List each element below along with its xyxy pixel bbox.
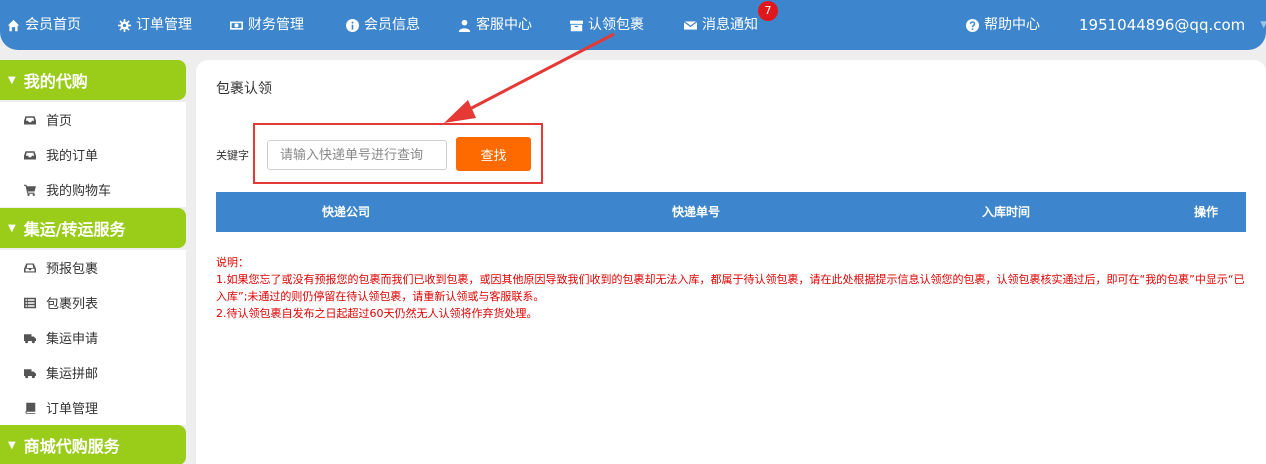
sidebar-item-label: 我的购物车	[46, 184, 112, 199]
keyword-label: 关键字	[216, 149, 249, 162]
sidebar-item-label: 订单管理	[46, 402, 99, 417]
account-dropdown[interactable]: 1951044896@qq.com ▼	[1079, 0, 1266, 50]
sidebar: ▼ 我的代购 首页 我的订单 我的购物车 ▼ 集运/转运服务 预报包裹 包裹列表…	[0, 60, 186, 464]
nav-member-info[interactable]: 会员信息	[346, 0, 420, 50]
account-email: 1951044896@qq.com	[1079, 16, 1246, 34]
nav-label: 订单管理	[136, 17, 192, 33]
package-icon	[570, 20, 583, 31]
sidebar-item-label: 首页	[46, 114, 73, 129]
inbox-icon	[24, 150, 36, 159]
sidebar-item-my-cart[interactable]: 我的购物车	[0, 172, 186, 207]
tray-icon	[24, 263, 36, 272]
column-header-action: 操作	[1193, 205, 1218, 219]
caret-down-icon: ▼	[8, 439, 16, 451]
sidebar-section-my-purchasing[interactable]: ▼ 我的代购	[0, 60, 186, 100]
table-header-row: 快递公司 快递单号 入库时间 操作	[216, 192, 1246, 232]
nav-label: 帮助中心	[984, 17, 1040, 33]
nav-label: 客服中心	[476, 17, 532, 33]
sidebar-item-package-list[interactable]: 包裹列表	[0, 285, 186, 320]
question-icon	[966, 18, 979, 32]
column-header-storage-time: 入库时间	[981, 205, 1030, 219]
nav-member-home[interactable]: 会员首页	[7, 0, 81, 50]
nav-label: 会员信息	[364, 17, 420, 33]
nav-claim-package[interactable]: 认领包裹	[570, 0, 644, 50]
nav-label: 认领包裹	[588, 17, 644, 33]
nav-message-notice[interactable]: 消息通知	[684, 0, 758, 50]
column-header-courier: 快递公司	[321, 205, 370, 219]
caret-down-icon: ▼	[1260, 20, 1266, 30]
nav-label: 会员首页	[25, 17, 81, 33]
nav-customer-service[interactable]: 客服中心	[458, 0, 532, 50]
sidebar-item-label: 集运申请	[46, 332, 99, 347]
nav-order-management[interactable]: 订单管理	[118, 0, 192, 50]
top-nav-bar: 会员首页 订单管理 财务管理 会员信息 客服中心 认领包裹 消息通知 7 帮助中…	[0, 0, 1266, 50]
nav-label: 消息通知	[702, 17, 758, 33]
nav-label: 财务管理	[248, 17, 304, 33]
page-title: 包裹认领	[216, 81, 272, 97]
sidebar-item-label: 包裹列表	[46, 297, 99, 312]
sidebar-item-forecast-package[interactable]: 预报包裹	[0, 250, 186, 285]
sidebar-item-my-orders[interactable]: 我的订单	[0, 137, 186, 172]
list-icon	[24, 297, 36, 308]
nav-finance-management[interactable]: 财务管理	[230, 0, 304, 50]
sidebar-section-consolidation[interactable]: ▼ 集运/转运服务	[0, 208, 186, 248]
info-icon	[346, 18, 359, 32]
caret-down-icon: ▼	[8, 222, 16, 234]
annotation-highlight-box	[253, 123, 543, 184]
section-label: 我的代购	[23, 72, 88, 91]
section-label: 集运/转运服务	[23, 220, 126, 239]
section-label: 商城代购服务	[23, 437, 120, 456]
notification-badge[interactable]: 7	[758, 1, 778, 21]
sidebar-item-order-management[interactable]: 订单管理	[0, 390, 186, 425]
book-icon	[25, 402, 36, 414]
cart-icon	[24, 184, 36, 196]
sidebar-item-label: 集运拼邮	[46, 367, 99, 382]
envelope-icon	[684, 20, 697, 30]
sidebar-item-label: 预报包裹	[46, 262, 99, 277]
truck-icon	[24, 368, 36, 378]
truck-icon	[24, 333, 36, 343]
nav-help-center[interactable]: 帮助中心	[966, 0, 1040, 50]
main-panel: 包裹认领 关键字 查找 快递公司 快递单号 入库时间 操作 说明： 1.如果您忘…	[196, 60, 1266, 464]
gear-icon	[118, 18, 131, 32]
sidebar-section-mall-purchasing[interactable]: ▼ 商城代购服务	[0, 425, 186, 464]
sidebar-item-consolidation-group[interactable]: 集运拼邮	[0, 355, 186, 390]
inbox-icon	[24, 115, 36, 124]
user-icon	[458, 19, 471, 32]
sidebar-item-consolidation-apply[interactable]: 集运申请	[0, 320, 186, 355]
sidebar-item-label: 我的订单	[46, 149, 99, 164]
notes-block: 说明： 1.如果您忘了或没有预报您的包裹而我们已收到包裹，或因其他原因导致我们收…	[216, 254, 1246, 322]
notes-heading: 说明：	[216, 256, 249, 269]
sidebar-item-home[interactable]: 首页	[0, 102, 186, 137]
money-icon	[230, 20, 243, 30]
home-icon	[7, 19, 20, 31]
notes-line-1: 1.如果您忘了或没有预报您的包裹而我们已收到包裹，或因其他原因导致我们收到的包裹…	[216, 273, 1245, 303]
column-header-tracking-number: 快递单号	[671, 205, 720, 219]
notes-line-2: 2.待认领包裹自发布之日起超过60天仍然无人认领将作弃货处理。	[216, 307, 538, 320]
caret-down-icon: ▼	[8, 74, 16, 86]
